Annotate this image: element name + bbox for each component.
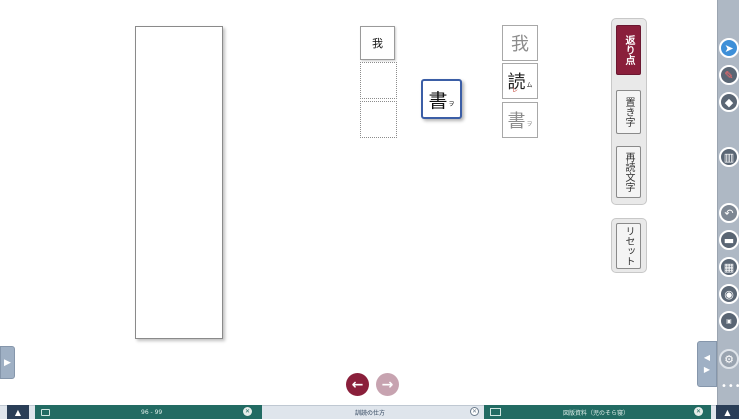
reference-character-2: 読 ム レ (502, 63, 538, 99)
writing-paper[interactable] (135, 26, 223, 339)
reference-character-1: 我 (502, 25, 538, 61)
close-icon[interactable]: ✕ (243, 407, 252, 416)
book-icon (41, 408, 50, 416)
close-icon[interactable]: ✕ (694, 407, 703, 416)
prev-button[interactable]: ← (346, 373, 369, 396)
reference-char: 我 (511, 34, 529, 55)
more-icon[interactable]: ••• (721, 381, 739, 392)
reset-button[interactable]: リセット (616, 223, 641, 269)
okiji-button[interactable]: 置き字 (616, 90, 641, 134)
source-character-box: 我 (360, 26, 395, 60)
reference-kana: ヲ (526, 121, 533, 128)
close-icon[interactable]: ✕ (470, 407, 479, 416)
kaeriten-mark: レ (512, 87, 519, 94)
source-character: 我 (372, 37, 383, 50)
tile-kana: ヲ (448, 101, 455, 108)
book-icon[interactable]: ▥ (719, 147, 739, 167)
tile-character: 書 (428, 89, 448, 112)
camera-icon[interactable]: ◉ (719, 284, 739, 304)
reference-char: 書 (507, 111, 526, 132)
reference-character-3: 書 ヲ (502, 102, 538, 138)
arrow-right-icon: → (381, 376, 394, 393)
saidoku-button[interactable]: 再読文字 (616, 146, 641, 198)
tab-textbook-pages[interactable]: 96 - 99 ✕ (35, 405, 262, 419)
gallery-icon[interactable]: ▦ (719, 257, 739, 277)
pointer-icon[interactable]: ➤ (719, 38, 739, 58)
zoom-icon[interactable]: ▣ (719, 311, 739, 331)
expand-up-icon[interactable]: ▲ (7, 405, 29, 419)
page-range: 96 - 99 (141, 408, 163, 416)
eraser-icon[interactable]: ◆ (719, 92, 739, 112)
next-button[interactable]: → (376, 373, 399, 396)
tab-figure-material[interactable]: 図版資料（児のそら寝） ✕ (484, 405, 711, 419)
image-icon (490, 408, 501, 416)
right-panel-handle[interactable]: ◀ ▶ (697, 341, 717, 387)
settings-icon[interactable]: ⚙ (719, 349, 739, 369)
pen-icon[interactable]: ✎ (719, 65, 739, 85)
app-stage: 我 書 ヲ 我 読 ム レ 書 ヲ 返り点 置き字 再読文字 リセット ➤ ✎ … (0, 0, 739, 419)
current-page-title: 訓読の仕方 (355, 410, 386, 417)
drop-slot-2[interactable] (360, 101, 397, 138)
arrow-left-icon: ← (351, 376, 364, 393)
undo-icon[interactable]: ↶ (719, 203, 739, 223)
tab-label: 図版資料（児のそら寝） (563, 409, 630, 417)
draggable-character-tile[interactable]: 書 ヲ (421, 79, 462, 119)
left-panel-handle[interactable]: ▶ (0, 346, 15, 379)
reference-kana: ム (526, 82, 533, 89)
drop-slot-1[interactable] (360, 62, 397, 99)
minus-icon[interactable]: ▬ (719, 230, 739, 250)
kaeriten-button[interactable]: 返り点 (616, 25, 641, 75)
expand-up-icon[interactable]: ▲ (716, 405, 739, 419)
